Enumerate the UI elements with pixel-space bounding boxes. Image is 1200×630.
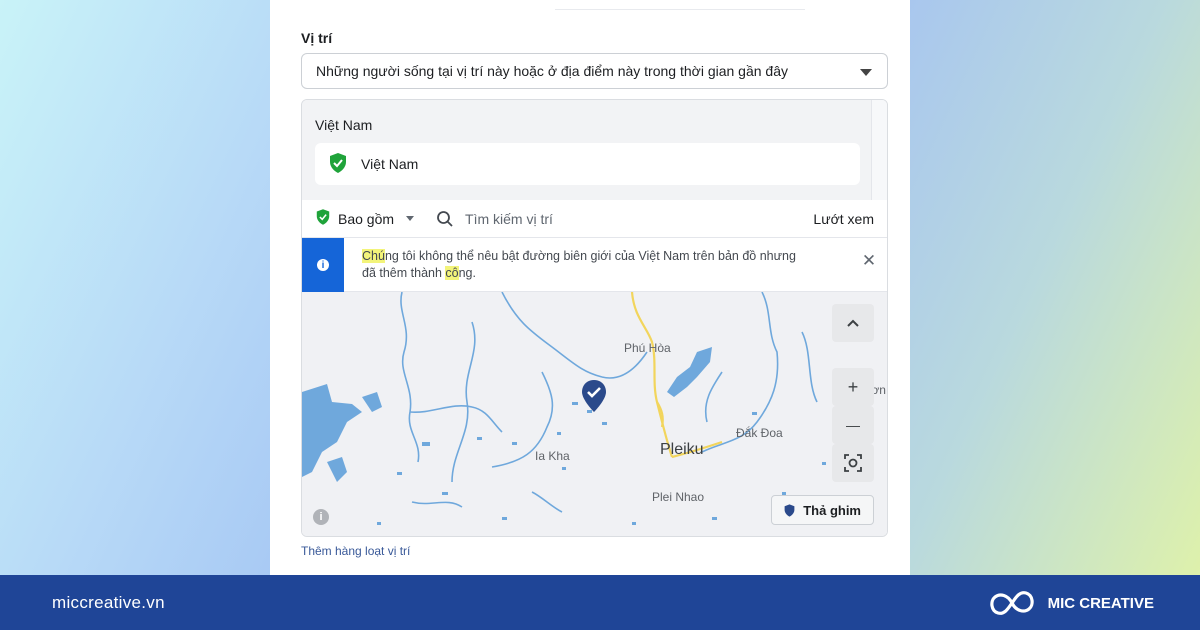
search-icon <box>437 210 453 227</box>
notice-highlight: cô <box>445 266 459 280</box>
chevron-down-icon <box>406 216 415 221</box>
caret-down-icon <box>860 69 872 76</box>
drop-pin-button[interactable]: Thả ghim <box>771 495 874 525</box>
locate-icon <box>844 454 862 472</box>
footer-bar: miccreative.vn MIC CREATIVE <box>0 575 1200 630</box>
notice-text: ng tôi không thể nêu bật đường biên giới… <box>384 249 796 263</box>
audience-type-select[interactable]: Những người sống tại vị trí này hoặc ở đ… <box>301 53 888 89</box>
scrollbar[interactable] <box>871 100 887 200</box>
include-label: Bao gồm <box>338 210 395 227</box>
top-divider <box>555 0 805 10</box>
recenter-button[interactable] <box>832 444 874 482</box>
notice-highlight: Chú <box>362 249 385 263</box>
selected-location-label: Việt Nam <box>361 156 419 172</box>
include-pin-icon <box>329 152 347 176</box>
selected-location-chip[interactable]: Việt Nam <box>315 143 860 185</box>
map-label-phu-hoa: Phú Hòa <box>624 341 671 355</box>
notice-message: Chúng tôi không thể nêu bật đường biên g… <box>362 248 842 282</box>
location-search-input[interactable]: Tìm kiếm vị trí <box>436 210 553 228</box>
pin-icon <box>784 503 795 517</box>
map-label-pleiku: Pleiku <box>660 441 704 458</box>
location-box: Việt Nam Việt Nam Bao gồm Tìm kiếm vị tr… <box>301 99 888 537</box>
footer-site-url: miccreative.vn <box>52 593 165 612</box>
zoom-out-button[interactable]: — <box>832 406 874 444</box>
info-icon: i <box>317 259 329 271</box>
footer-brand-name: MIC CREATIVE <box>1047 594 1154 612</box>
selected-locations-area: Việt Nam Việt Nam <box>302 100 887 200</box>
browse-link[interactable]: Lướt xem <box>813 211 874 227</box>
map-label-plei-nhao: Plei Nhao <box>652 490 705 504</box>
location-toolbar: Bao gồm Tìm kiếm vị trí Lướt xem <box>302 200 887 238</box>
footer-brand: MIC CREATIVE <box>988 589 1154 617</box>
search-placeholder: Tìm kiếm vị trí <box>465 210 553 227</box>
border-notice: i Chúng tôi không thể nêu bật đường biên… <box>302 238 887 292</box>
audience-type-value: Những người sống tại vị trí này hoặc ở đ… <box>316 63 788 79</box>
close-icon[interactable]: ✕ <box>859 251 879 271</box>
notice-text: ng. <box>458 266 476 280</box>
pan-up-button[interactable] <box>832 304 874 342</box>
drop-pin-label: Thả ghim <box>803 502 861 518</box>
location-settings-panel: Vị trí Những người sống tại vị trí này h… <box>270 0 910 575</box>
chevron-up-icon <box>847 319 859 327</box>
location-group-title: Việt Nam <box>315 117 373 133</box>
mic-logo-icon <box>989 591 1034 615</box>
include-pin-icon <box>316 209 330 228</box>
map-info-icon[interactable]: i <box>313 509 329 525</box>
zoom-in-button[interactable]: + <box>832 368 874 406</box>
notice-text: đã thêm thành <box>362 266 446 280</box>
notice-info-bar: i <box>302 238 344 292</box>
section-label: Vị trí <box>301 30 333 46</box>
map-view[interactable]: Phú Hòa Kon Dơn Đắk Đoa Ia Kha Pleiku Pl… <box>302 292 887 536</box>
include-dropdown[interactable]: Bao gồm <box>316 209 415 228</box>
location-pin-icon <box>582 380 606 417</box>
bulk-add-locations-link[interactable]: Thêm hàng loạt vị trí <box>301 544 410 558</box>
map-label-ia-kha: Ia Kha <box>535 449 570 463</box>
map-label-dak-doa: Đắk Đoa <box>736 426 783 440</box>
